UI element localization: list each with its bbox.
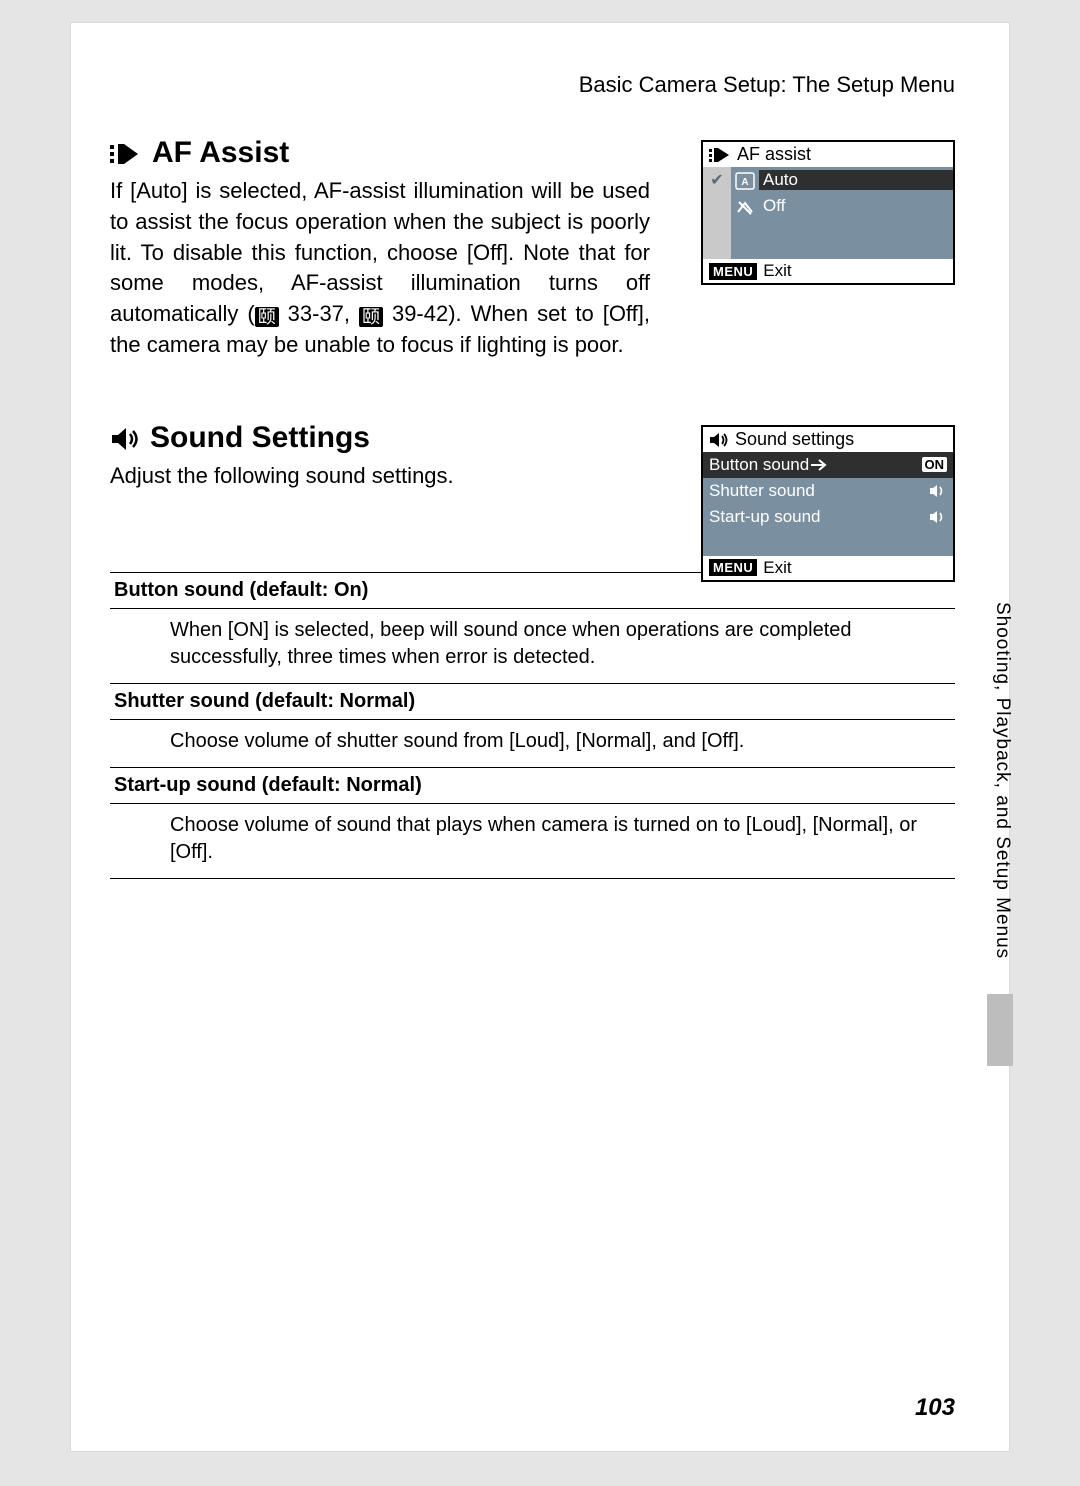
af-option-off: Off	[703, 193, 953, 219]
sound-icon	[110, 421, 140, 455]
arrow-right-icon	[811, 455, 829, 475]
menu-icon: MENU	[709, 559, 757, 576]
sound-small-icon	[929, 481, 947, 501]
sound-row-shutter: Shutter sound	[703, 478, 953, 504]
af-screen-body: ✔ A Auto	[703, 167, 953, 259]
af-option-auto: ✔ A Auto	[703, 167, 953, 193]
af-assist-screen: AF assist ✔ A	[701, 140, 955, 285]
af-title-text: AF Assist	[152, 136, 289, 170]
af-opt-auto-label: Auto	[759, 170, 953, 190]
side-tab-marker	[987, 994, 1013, 1066]
sound-row-startup: Start-up sound	[703, 504, 953, 530]
sound-settings-table: Button sound (default: On) When [ON] is …	[110, 572, 955, 879]
button-sound-value: ON	[922, 457, 948, 472]
af-opt-off-label: Off	[759, 196, 953, 216]
af-ref1: 33-37,	[279, 301, 359, 326]
sound-body: Adjust the following sound settings.	[110, 461, 650, 492]
sound-row-button: Button sound ON	[703, 452, 953, 478]
af-body: If [Auto] is selected, AF-assist illumin…	[110, 176, 650, 361]
side-tab-label: Shooting, Playback, and Setup Menus	[991, 602, 1013, 959]
manual-page: Basic Camera Setup: The Setup Menu AF As…	[70, 22, 1010, 1452]
af-assist-icon	[110, 136, 142, 170]
row-button-sound-desc: When [ON] is selected, beep will sound o…	[110, 609, 955, 684]
sound-settings-screen: Sound settings Button sound ON Shutter	[701, 425, 955, 582]
sound-screen-footer: MENU Exit	[703, 556, 953, 580]
row-shutter-sound-header: Shutter sound (default: Normal)	[110, 684, 955, 720]
svg-text:A: A	[741, 177, 748, 188]
page-ref-icon: 颐	[359, 307, 383, 327]
shutter-sound-label: Shutter sound	[709, 481, 929, 501]
page-number: 103	[915, 1394, 955, 1422]
af-screen-footer: MENU Exit	[703, 259, 953, 283]
section-af-assist: AF Assist If [Auto] is selected, AF-assi…	[110, 136, 955, 361]
sound-icon	[709, 429, 729, 450]
af-screen-title: AF assist	[737, 144, 811, 165]
menu-icon: MENU	[709, 263, 757, 280]
button-sound-label: Button sound	[709, 455, 809, 475]
page-header: Basic Camera Setup: The Setup Menu	[110, 72, 955, 98]
auto-mode-icon: A	[735, 170, 755, 190]
sound-screen-title: Sound settings	[735, 429, 854, 450]
section-sound-settings: Sound Settings Adjust the following soun…	[110, 421, 955, 492]
sound-screen-body: Button sound ON Shutter sound	[703, 452, 953, 556]
sound-screen-title-row: Sound settings	[703, 427, 953, 452]
off-icon	[735, 196, 755, 216]
sound-small-icon	[929, 507, 947, 527]
row-shutter-sound-desc: Choose volume of shutter sound from [Lou…	[110, 720, 955, 768]
row-startup-sound-desc: Choose volume of sound that plays when c…	[110, 804, 955, 879]
startup-sound-label: Start-up sound	[709, 507, 929, 527]
af-screen-icon	[709, 144, 731, 165]
page-ref-icon: 颐	[255, 307, 279, 327]
row-startup-sound-header: Start-up sound (default: Normal)	[110, 768, 955, 804]
af-screen-title-row: AF assist	[703, 142, 953, 167]
af-exit-label: Exit	[763, 261, 791, 281]
sound-title-text: Sound Settings	[150, 421, 370, 455]
check-icon: ✔	[710, 170, 723, 190]
sound-exit-label: Exit	[763, 558, 791, 578]
